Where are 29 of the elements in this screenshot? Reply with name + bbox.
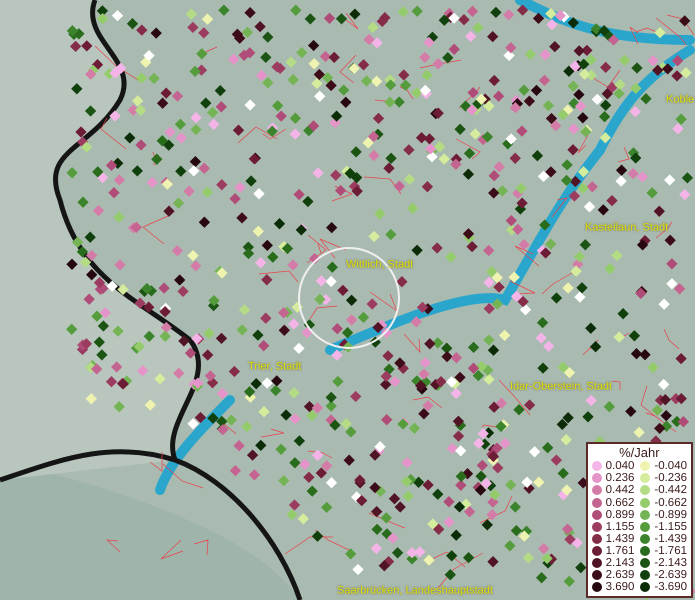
legend-label: -1.155 <box>654 520 687 533</box>
legend-label: 0.662 <box>606 496 634 509</box>
legend-label: -0.662 <box>654 496 687 509</box>
legend-label: 0.040 <box>606 460 634 472</box>
legend-label: -0.899 <box>654 508 687 521</box>
legend-label: 0.899 <box>606 508 634 521</box>
place-label: Wittlich, Stadt <box>346 260 414 270</box>
legend-label: -1.761 <box>654 544 687 557</box>
legend-label: 0.236 <box>606 472 634 484</box>
legend-label: 1.761 <box>606 544 634 557</box>
place-label: Trier, Stadt <box>248 362 302 372</box>
legend-label: 1.439 <box>606 532 634 545</box>
place-label: Idar-Oberstein, Stadt <box>510 382 612 392</box>
legend-label: -1.439 <box>654 532 687 545</box>
legend-label: -2.143 <box>654 556 687 569</box>
legend-label: 1.155 <box>606 520 634 533</box>
legend-title: %/Jahr <box>618 446 661 460</box>
legend-label: -2.639 <box>654 568 687 581</box>
legend-label: 2.639 <box>606 568 634 581</box>
legend-label: 0.442 <box>606 484 634 496</box>
legend-label: -3.690 <box>654 580 687 593</box>
legend-label: 2.143 <box>606 556 634 569</box>
legend-label: -0.040 <box>654 460 687 472</box>
place-label: Saarbrücken, Landeshauptstadt <box>337 586 493 596</box>
legend-label: -0.236 <box>654 472 687 484</box>
legend-label: 3.690 <box>606 580 634 593</box>
place-label: Koble <box>666 94 694 106</box>
place-label: Kastellaun, Stadt <box>585 222 668 234</box>
legend-label: -0.442 <box>654 484 687 496</box>
